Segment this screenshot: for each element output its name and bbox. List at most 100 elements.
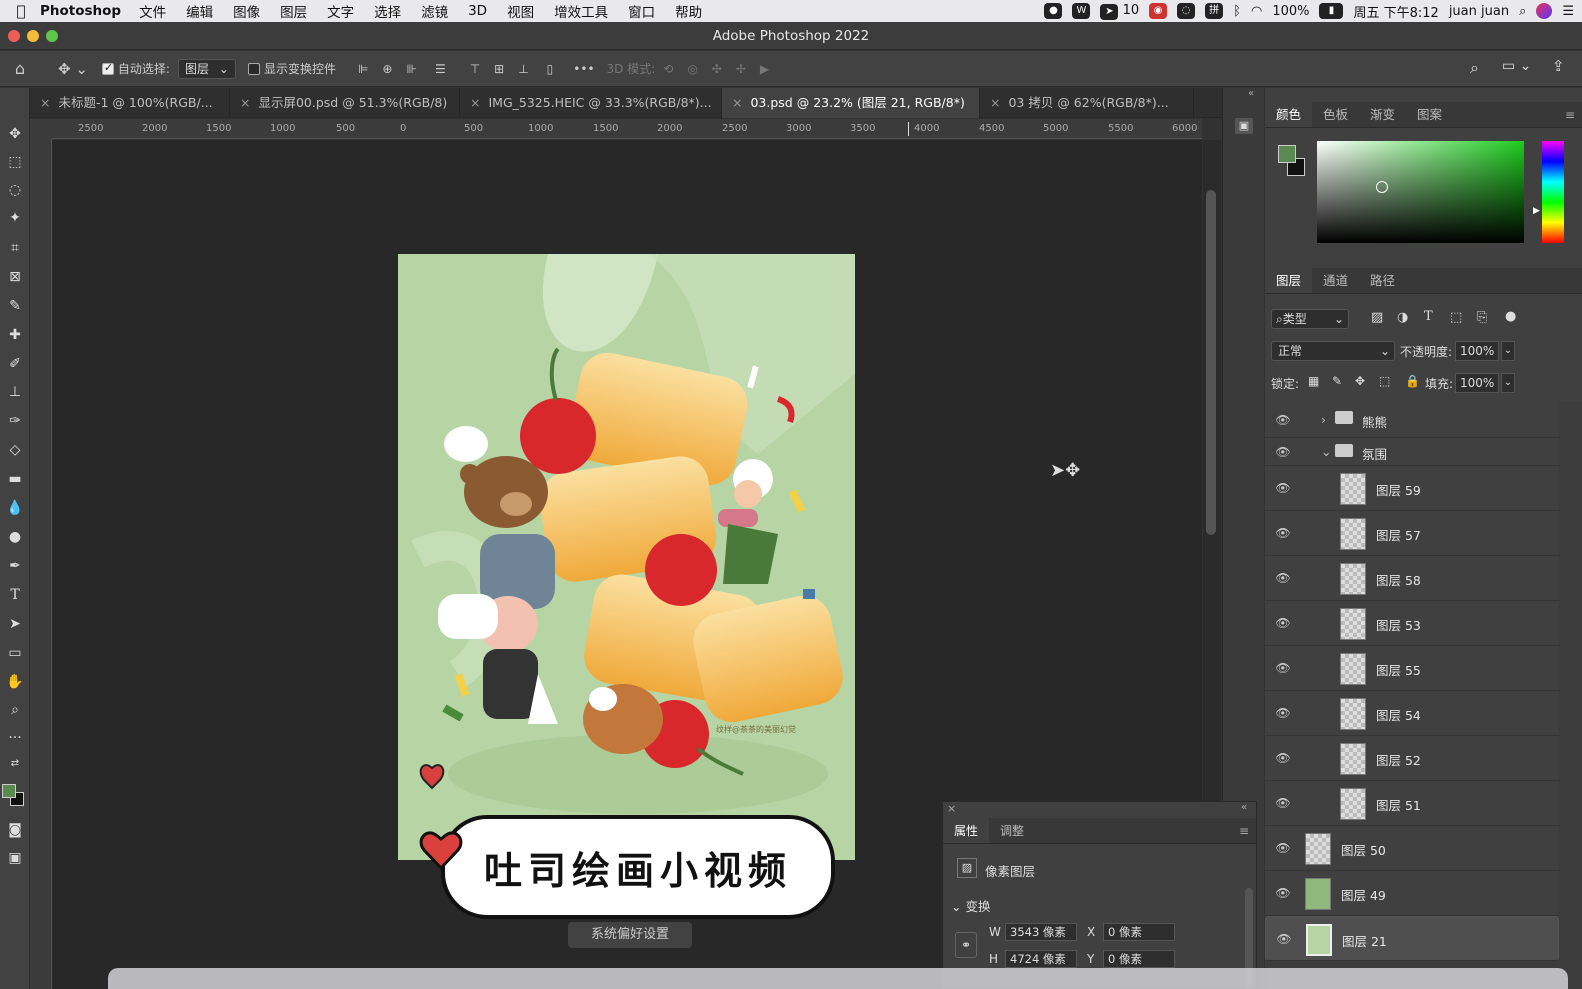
pen-tool-icon[interactable]: ✒: [0, 554, 30, 578]
visibility-eye-icon[interactable]: 👁: [1276, 931, 1292, 947]
tab-color[interactable]: 颜色: [1265, 102, 1313, 127]
horizontal-ruler[interactable]: 2500 2000 1500 1000 500 0 500 1000 1500 …: [52, 119, 1202, 139]
layer-row[interactable]: 👁 图层 55: [1265, 646, 1559, 691]
align-bottom-icon[interactable]: ⊥: [518, 58, 528, 80]
filter-shape-icon[interactable]: ⬚: [1450, 310, 1462, 325]
siri-icon[interactable]: [1536, 3, 1553, 19]
control-center-icon[interactable]: ☰: [1562, 4, 1574, 19]
tab-patterns[interactable]: 图案: [1406, 102, 1453, 127]
history-panel-icon[interactable]: ▣: [1235, 118, 1253, 134]
chevron-down-icon[interactable]: ⌄: [1321, 444, 1331, 459]
collapse-panels-icon[interactable]: «: [1248, 88, 1254, 99]
path-selection-tool-icon[interactable]: ➤: [0, 612, 30, 636]
edit-toolbar-icon[interactable]: ···: [0, 726, 30, 750]
transform-section-toggle[interactable]: ⌄ 变换: [951, 896, 990, 915]
align-left-icon[interactable]: ⊫: [358, 58, 368, 80]
hue-slider-marker-icon[interactable]: ▶: [1533, 206, 1540, 216]
y-input[interactable]: 0 像素: [1103, 950, 1175, 968]
close-tab-icon[interactable]: ×: [732, 95, 742, 110]
height-input[interactable]: 4724 像素: [1005, 950, 1077, 968]
home-icon[interactable]: ⌂: [10, 58, 30, 80]
layer-group-atmosphere[interactable]: 👁 ⌄ 氛围: [1265, 438, 1559, 466]
filter-adjustment-icon[interactable]: ◑: [1397, 310, 1408, 325]
filter-toggle-icon[interactable]: ●: [1505, 309, 1516, 324]
minimize-window-button[interactable]: [27, 30, 39, 42]
maximize-window-button[interactable]: [46, 30, 58, 42]
clock[interactable]: 周五 下午8:12: [1353, 2, 1438, 21]
layer-group-bear[interactable]: 👁 › 熊熊: [1265, 402, 1559, 438]
color-fg-swatch[interactable]: [1278, 145, 1296, 163]
crop-tool-icon[interactable]: ⌗: [0, 236, 30, 260]
layer-row-selected[interactable]: 👁 图层 21: [1265, 916, 1559, 961]
align-top-icon[interactable]: ⊤: [470, 58, 480, 80]
visibility-eye-icon[interactable]: 👁: [1275, 444, 1291, 460]
wechat-icon[interactable]: ◌: [1177, 3, 1196, 19]
color-picker-field[interactable]: [1317, 141, 1524, 243]
lock-artboard-icon[interactable]: ⬚: [1379, 374, 1390, 388]
vertical-ruler[interactable]: [30, 139, 52, 989]
menu-image[interactable]: 图像: [233, 1, 260, 21]
hue-slider[interactable]: [1542, 141, 1564, 243]
lock-position-icon[interactable]: ✥: [1355, 374, 1365, 388]
fill-input[interactable]: 100%: [1455, 373, 1499, 393]
x-input[interactable]: 0 像素: [1103, 923, 1175, 941]
wifi-icon[interactable]: ◠: [1251, 4, 1262, 19]
move-tool-preset-icon[interactable]: ✥ ⌄: [58, 58, 88, 80]
bluetooth-icon[interactable]: ᛒ: [1233, 4, 1241, 19]
close-tab-icon[interactable]: ×: [470, 95, 480, 110]
distribute-v-icon[interactable]: ▯: [547, 58, 554, 80]
layer-row[interactable]: 👁 图层 57: [1265, 511, 1559, 556]
close-tab-icon[interactable]: ×: [240, 95, 250, 110]
search-icon[interactable]: ⌕: [1470, 58, 1479, 78]
menu-type[interactable]: 文字: [327, 1, 354, 21]
visibility-eye-icon[interactable]: 👁: [1275, 660, 1291, 676]
slide-3d-icon[interactable]: ✢: [736, 58, 746, 80]
share-icon[interactable]: ⇪: [1552, 57, 1565, 75]
visibility-eye-icon[interactable]: 👁: [1275, 412, 1291, 428]
brush-tool-icon[interactable]: ✐: [0, 352, 30, 376]
tab-swatches[interactable]: 色板: [1312, 102, 1359, 127]
artwork-document[interactable]: 纹样@茶茶的美丽幻觉: [398, 254, 855, 860]
menu-app-name[interactable]: Photoshop: [40, 3, 121, 19]
history-brush-tool-icon[interactable]: ✑: [0, 409, 30, 433]
link-dimensions-icon[interactable]: ⚭: [955, 932, 977, 958]
menu-layer[interactable]: 图层: [280, 1, 307, 21]
visibility-eye-icon[interactable]: 👁: [1275, 840, 1291, 856]
show-transform-checkbox[interactable]: 显示变换控件: [247, 58, 336, 80]
doc-tab-4-active[interactable]: × 03.psd @ 23.2% (图层 21, RGB/8*): [722, 88, 980, 118]
ruler-corner[interactable]: [30, 119, 52, 139]
roll-3d-icon[interactable]: ◎: [687, 58, 697, 80]
tab-gradients[interactable]: 渐变: [1359, 102, 1406, 127]
align-middle-v-icon[interactable]: ⊞: [494, 58, 504, 80]
frame-tool-icon[interactable]: ⊠: [0, 265, 30, 289]
visibility-eye-icon[interactable]: 👁: [1275, 570, 1291, 586]
auto-select-checkbox[interactable]: 自动选择:: [101, 58, 170, 80]
menu-window[interactable]: 窗口: [628, 1, 655, 21]
doc-tab-1[interactable]: × 未标题-1 @ 100%(RGB/...: [30, 88, 230, 118]
eraser-tool-icon[interactable]: ◇: [0, 438, 30, 462]
panel-menu-icon[interactable]: ≡: [1239, 824, 1249, 838]
layers-list[interactable]: 👁 › 熊熊 👁 ⌄ 氛围 👁 图层 59 👁 图层 57 👁 图层 58 👁 图层 5…: [1265, 402, 1582, 989]
blur-tool-icon[interactable]: 💧: [0, 496, 30, 520]
close-window-button[interactable]: [8, 30, 20, 42]
video-3d-icon[interactable]: ▶: [760, 58, 769, 80]
magic-wand-tool-icon[interactable]: ✦: [0, 206, 30, 230]
battery-percent[interactable]: 100%: [1272, 4, 1309, 19]
layer-row[interactable]: 👁 图层 53: [1265, 601, 1559, 646]
layer-row[interactable]: 👁 图层 52: [1265, 736, 1559, 781]
w-app-icon[interactable]: W: [1072, 3, 1091, 19]
tab-channels[interactable]: 通道: [1312, 268, 1359, 293]
apple-icon[interactable]: : [12, 2, 30, 20]
auto-select-target-dropdown[interactable]: 图层 ⌄: [177, 58, 236, 80]
visibility-eye-icon[interactable]: 👁: [1275, 525, 1291, 541]
zoom-tool-icon[interactable]: ⌕: [0, 698, 30, 722]
visibility-eye-icon[interactable]: 👁: [1275, 885, 1291, 901]
doc-tab-5[interactable]: × 03 拷贝 @ 62%(RGB/8*)...: [980, 88, 1194, 118]
layer-row[interactable]: 👁 图层 49: [1265, 871, 1559, 916]
notification-badge[interactable]: ➤ 10: [1100, 3, 1139, 20]
type-tool-icon[interactable]: T: [0, 583, 30, 607]
tab-adjustments[interactable]: 调整: [989, 818, 1035, 843]
visibility-eye-icon[interactable]: 👁: [1275, 750, 1291, 766]
menu-filter[interactable]: 滤镜: [421, 1, 448, 21]
healing-brush-tool-icon[interactable]: ✚: [0, 323, 30, 347]
